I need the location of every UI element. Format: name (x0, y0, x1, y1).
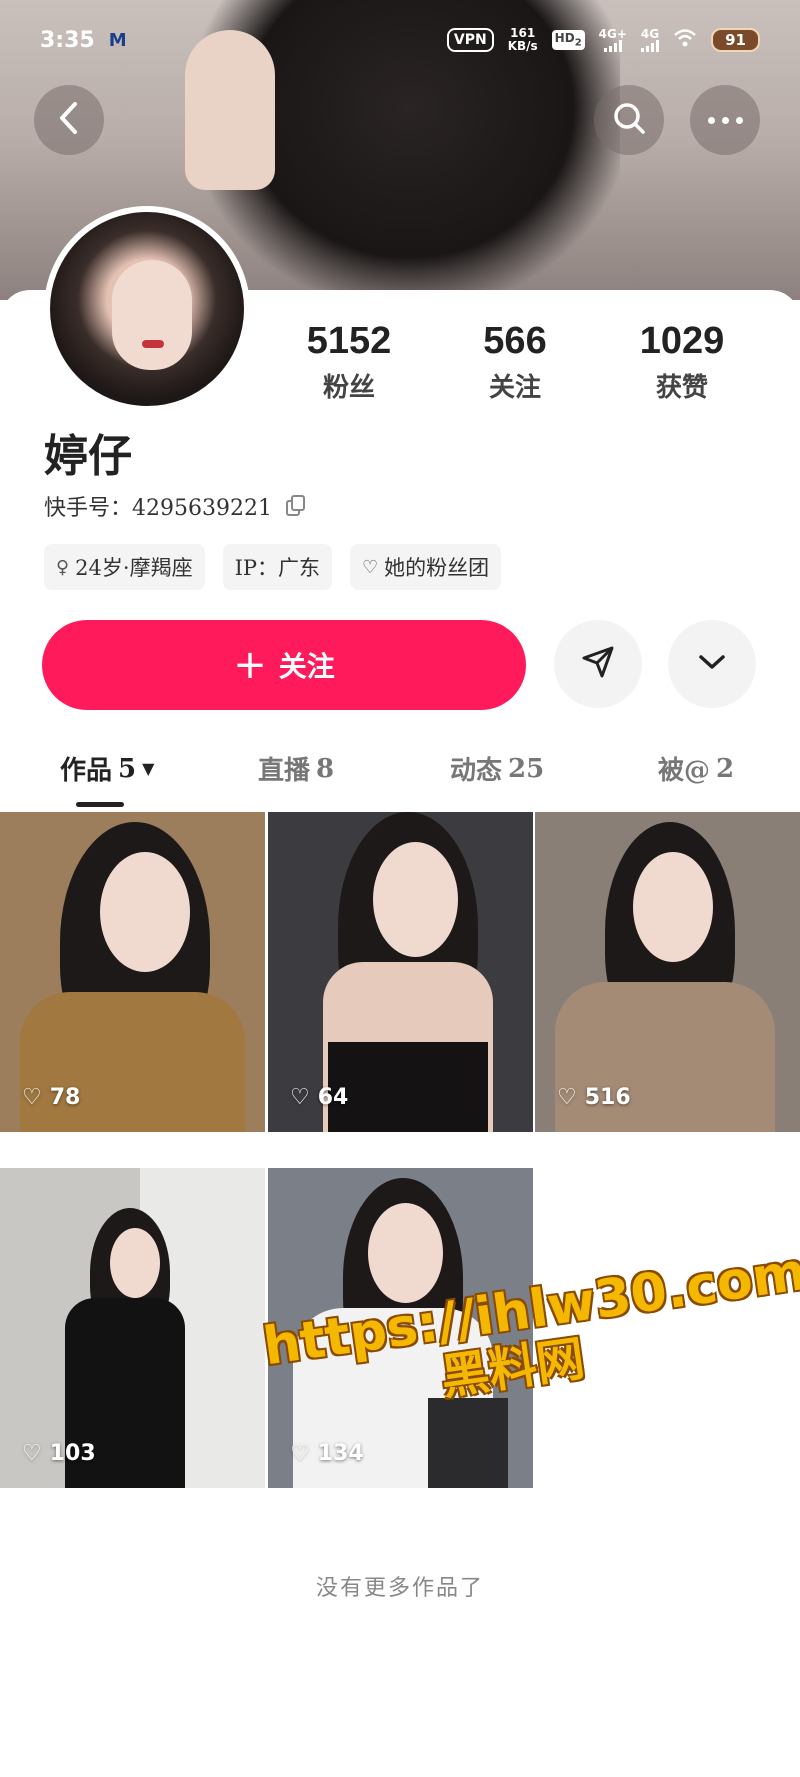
status-icons: VPN 161 KB/s HD2 4G+ 4G 91 (446, 27, 760, 53)
tab-count: 25 (508, 753, 545, 784)
share-button[interactable] (554, 620, 642, 708)
tag-ip: IP：广东 (222, 544, 333, 590)
like-count: ♡ 78 (22, 1085, 81, 1110)
profile-tags: ♀ 24岁·摩羯座 IP：广东 ♡ 她的粉丝团 (44, 544, 502, 590)
stat-value: 1029 (639, 320, 725, 362)
tab-mentions[interactable]: 被@ 2 (658, 750, 734, 787)
chevron-left-icon (55, 100, 83, 140)
profile-name: 婷仔 (44, 431, 132, 482)
more-horizontal-icon (707, 116, 743, 124)
like-count: ♡ 516 (557, 1085, 631, 1110)
female-icon: ♀ (56, 556, 70, 578)
video-tile[interactable]: ♡ 64 (268, 812, 533, 1132)
stat-followers[interactable]: 5152 粉丝 (269, 320, 429, 404)
signal-bars-1 (603, 40, 622, 52)
app-notification-icon: M (108, 29, 127, 51)
tab-label: 被@ (658, 756, 711, 786)
battery-icon: 91 (711, 28, 760, 52)
video-tile[interactable]: ♡ 78 (0, 812, 265, 1132)
like-count: ♡ 103 (22, 1441, 96, 1466)
stat-value: 5152 (306, 320, 392, 362)
content-tabs: 作品 5 ▼ 直播 8 动态 25 被@ 2 (0, 740, 800, 810)
send-icon (580, 644, 616, 684)
plus-icon: + (233, 642, 267, 688)
wifi-icon (673, 28, 697, 53)
stat-label: 关注 (488, 373, 541, 403)
network-type-1: 4G+ (598, 27, 627, 41)
stat-label: 粉丝 (322, 373, 375, 403)
tab-label: 作品 (60, 756, 113, 786)
tag-text: 24岁·摩羯座 (75, 556, 193, 580)
expand-button[interactable] (668, 620, 756, 708)
back-button[interactable] (34, 85, 104, 155)
heart-outline-icon: ♡ (290, 1085, 310, 1110)
tag-text: 她的粉丝团 (384, 556, 490, 580)
stat-label: 获赞 (655, 373, 708, 403)
tab-count: 5 (118, 753, 137, 784)
tab-count: 2 (716, 753, 735, 784)
tab-count: 8 (316, 753, 335, 784)
avatar[interactable] (44, 206, 250, 412)
tab-indicator (76, 802, 124, 807)
tag-fan-club[interactable]: ♡ 她的粉丝团 (350, 544, 502, 590)
hd-sub: 2 (574, 37, 582, 49)
heart-icon: ♡ (362, 556, 379, 578)
tag-age: ♀ 24岁·摩羯座 (44, 544, 205, 590)
copy-icon[interactable] (286, 495, 306, 517)
stat-value: 566 (483, 320, 547, 362)
vpn-icon: VPN (446, 28, 494, 52)
follow-button[interactable]: + 关注 (42, 620, 526, 710)
tab-live[interactable]: 直播 8 (258, 750, 334, 787)
stat-likes[interactable]: 1029 获赞 (602, 320, 762, 404)
status-bar: 3:35 M VPN 161 KB/s HD2 4G+ 4G 91 (0, 0, 800, 80)
heart-outline-icon: ♡ (22, 1085, 42, 1110)
network-speed: 161 KB/s (508, 27, 538, 53)
stat-following[interactable]: 566 关注 (435, 320, 595, 404)
network-speed-value: 161 (510, 26, 536, 40)
heart-outline-icon: ♡ (557, 1085, 577, 1110)
follow-label: 关注 (278, 650, 335, 683)
chevron-down-icon (697, 652, 727, 676)
network-speed-unit: KB/s (507, 39, 538, 53)
signal-bars-2 (641, 40, 660, 52)
tab-label: 直播 (258, 756, 311, 786)
id-label: 快手号：4295639221 (44, 496, 272, 521)
tab-works[interactable]: 作品 5 ▼ (60, 750, 154, 787)
tag-text: IP：广东 (234, 556, 321, 580)
signal-icon-2: 4G (641, 28, 659, 52)
signal-icon-1: 4G+ (599, 28, 627, 52)
hd-label: HD (554, 31, 575, 46)
search-icon (611, 100, 647, 140)
like-count: ♡ 134 (290, 1441, 364, 1466)
heart-outline-icon: ♡ (290, 1441, 310, 1466)
search-button[interactable] (594, 85, 664, 155)
kuaishou-id: 快手号：4295639221 (44, 490, 306, 522)
tab-label: 动态 (450, 756, 503, 786)
more-button[interactable] (690, 85, 760, 155)
heart-outline-icon: ♡ (22, 1441, 42, 1466)
caret-down-icon: ▼ (142, 759, 155, 778)
hd-icon: HD2 (551, 30, 585, 50)
no-more-works: 没有更多作品了 (315, 1576, 484, 1601)
network-type-2: 4G (640, 27, 660, 41)
video-tile[interactable]: ♡ 516 (535, 812, 800, 1132)
status-time: 3:35 (40, 27, 95, 53)
like-count: ♡ 64 (290, 1085, 349, 1110)
tab-moments[interactable]: 动态 25 (450, 750, 544, 787)
video-tile[interactable]: ♡ 103 (0, 1168, 265, 1488)
